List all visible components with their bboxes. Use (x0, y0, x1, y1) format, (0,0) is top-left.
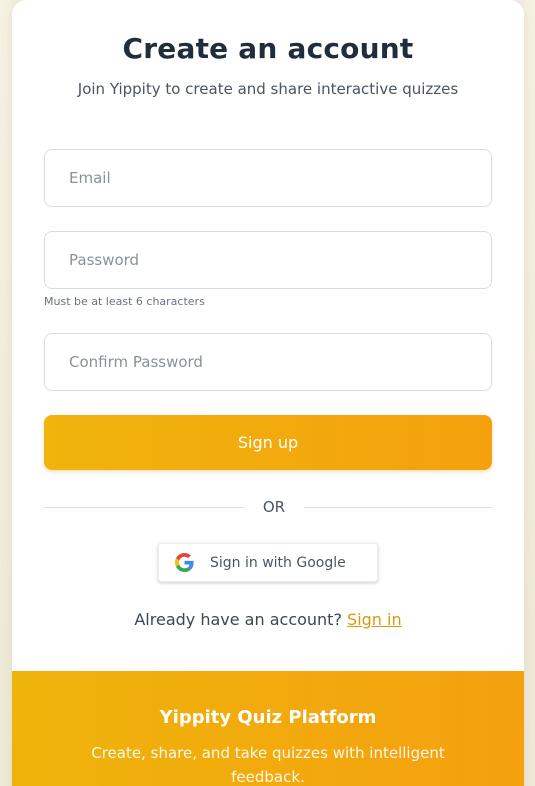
divider-line-right (304, 507, 492, 508)
password-field[interactable] (44, 231, 492, 289)
banner-title: Yippity Quiz Platform (159, 707, 377, 728)
platform-banner: Yippity Quiz Platform Create, share, and… (12, 671, 524, 786)
confirm-password-field[interactable] (44, 333, 492, 391)
banner-description: Create, share, and take quizzes with int… (91, 744, 445, 786)
password-hint: Must be at least 6 characters (44, 295, 205, 308)
page-background-right (524, 0, 535, 786)
page-subtitle: Join Yippity to create and share interac… (77, 80, 459, 98)
signup-card: Create an account Join Yippity to create… (12, 0, 524, 786)
email-field[interactable] (44, 149, 492, 207)
divider-line-left (44, 507, 244, 508)
sign-up-button[interactable]: Sign up (44, 415, 492, 470)
google-button-label: Sign in with Google (210, 554, 346, 571)
page-background-left (0, 0, 12, 786)
sign-in-prompt: Already have an account? Sign in (12, 610, 524, 629)
sign-in-link[interactable]: Sign in (347, 610, 402, 629)
google-sign-in-button[interactable]: Sign in with Google (158, 543, 378, 582)
page-title: Create an account (122, 32, 414, 65)
sign-in-prompt-text: Already have an account? (134, 610, 342, 629)
google-g-icon (175, 553, 194, 572)
divider-or-label: OR (262, 498, 286, 516)
